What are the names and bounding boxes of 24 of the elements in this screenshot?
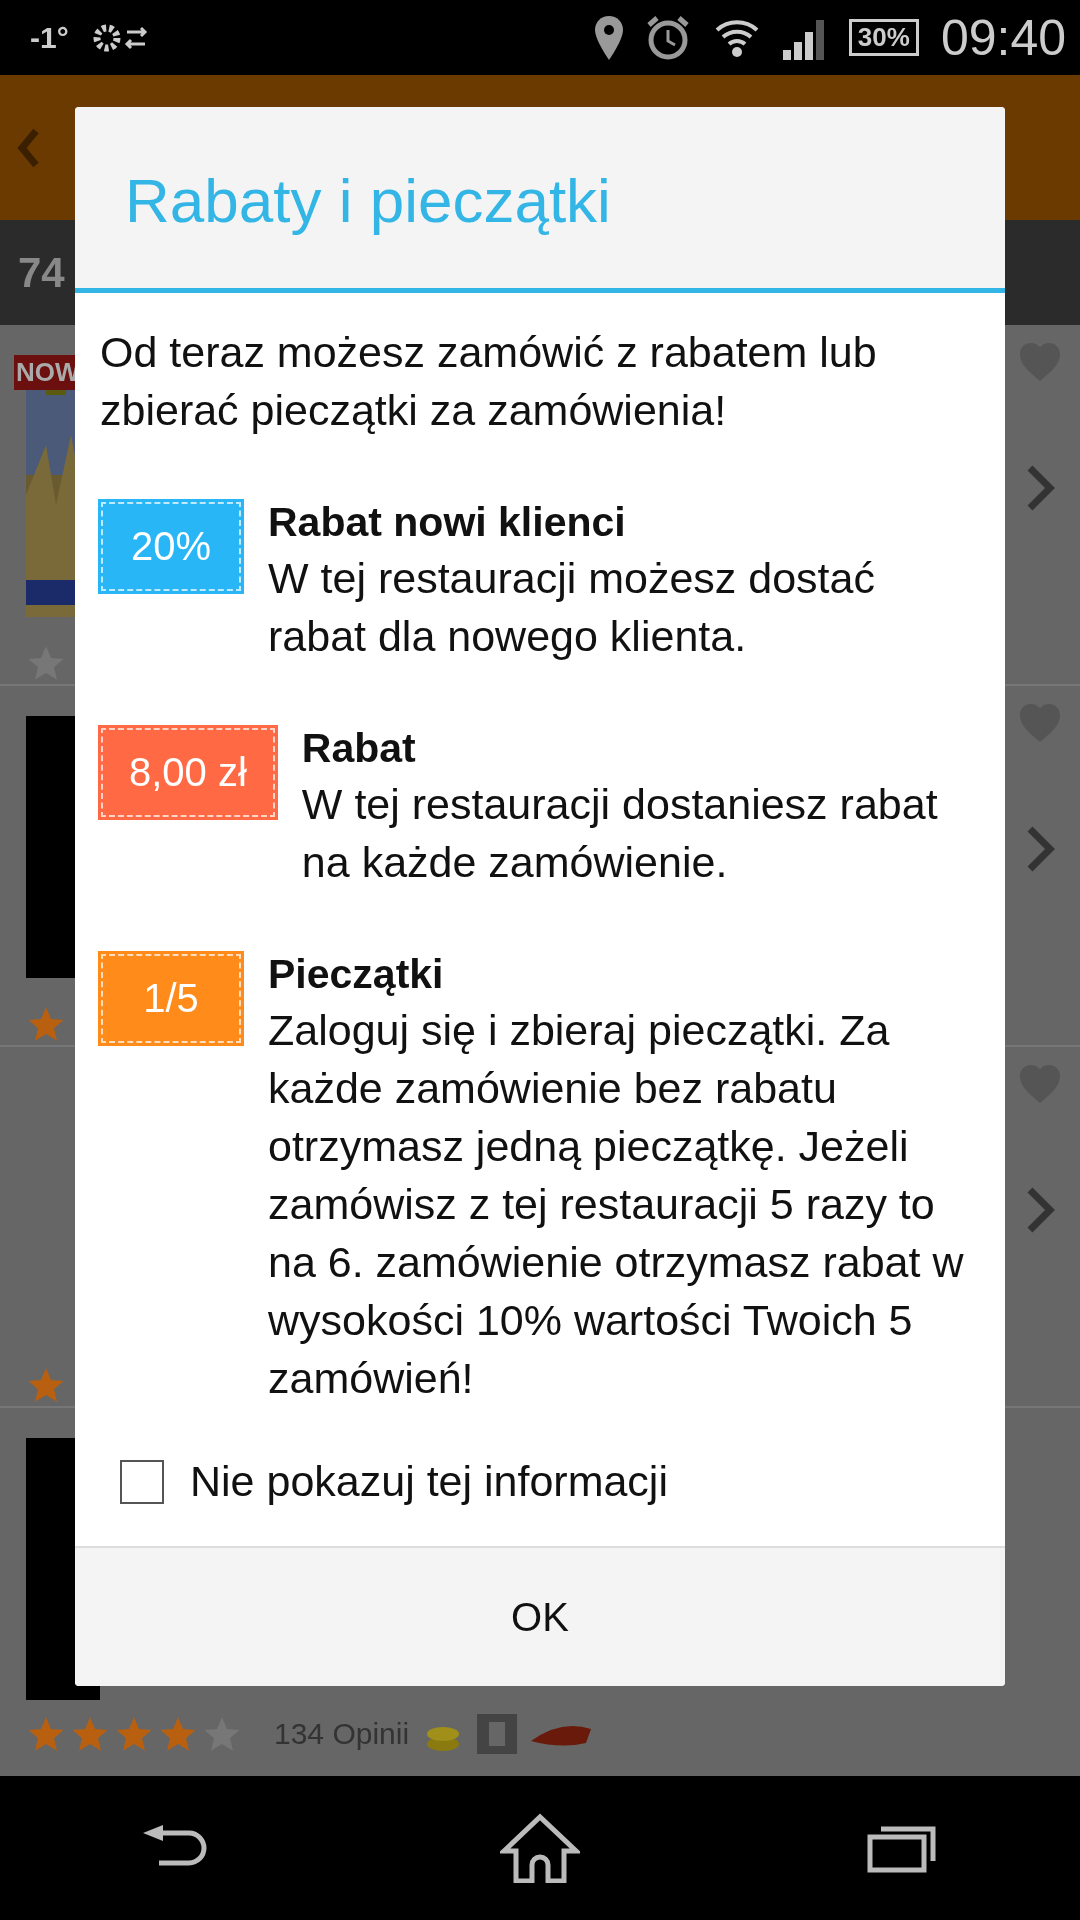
- dialog-title: Rabaty i pieczątki: [75, 107, 1005, 293]
- checkbox[interactable]: [120, 1459, 164, 1504]
- discount-badge: 20%: [100, 501, 242, 592]
- item-description: Zaloguj się i zbieraj pieczątki. Za każde zamówienie bez rabatu otrzymasz jedną pieczątkę. Jeżeli zamówisz z tej restauracji 5 razy to na 6. zamówienie otrzymasz rabat w wysokości 10% wartości Twoich 5 zamówień!: [268, 1005, 965, 1404]
- item-description: W tej restauracji dostaniesz rabat na każde zamówienie.: [301, 779, 939, 888]
- clock: 09:40: [940, 8, 1066, 67]
- item-heading: Rabat: [301, 724, 417, 773]
- chevron-right-icon[interactable]: [1025, 1185, 1055, 1235]
- item-heading: Rabat nowi klienci: [268, 498, 627, 547]
- chevron-right-icon[interactable]: [1025, 463, 1055, 513]
- terminal-icon: [477, 1714, 518, 1754]
- location-pin-icon: [594, 15, 623, 60]
- checkbox-label[interactable]: Nie pokazuj tej informacji: [190, 1457, 668, 1506]
- intro-text: Od teraz możesz zamówić z rabatem lub zbierać pieczątki za zamówienia!: [100, 327, 878, 436]
- result-count: 74: [18, 248, 65, 297]
- item-description: W tej restauracji możesz dostać rabat dla nowego klienta.: [268, 553, 876, 662]
- chevron-right-icon[interactable]: [1025, 824, 1055, 874]
- temperature: -1°: [30, 20, 69, 55]
- item-heading: Pieczątki: [268, 950, 445, 999]
- battery-indicator: 30%: [848, 19, 919, 56]
- home-icon[interactable]: [500, 1813, 580, 1883]
- ok-button[interactable]: OK: [75, 1546, 1005, 1686]
- discount-badge: 1/5: [100, 953, 242, 1044]
- discount-badge: 8,00 zł: [100, 727, 276, 818]
